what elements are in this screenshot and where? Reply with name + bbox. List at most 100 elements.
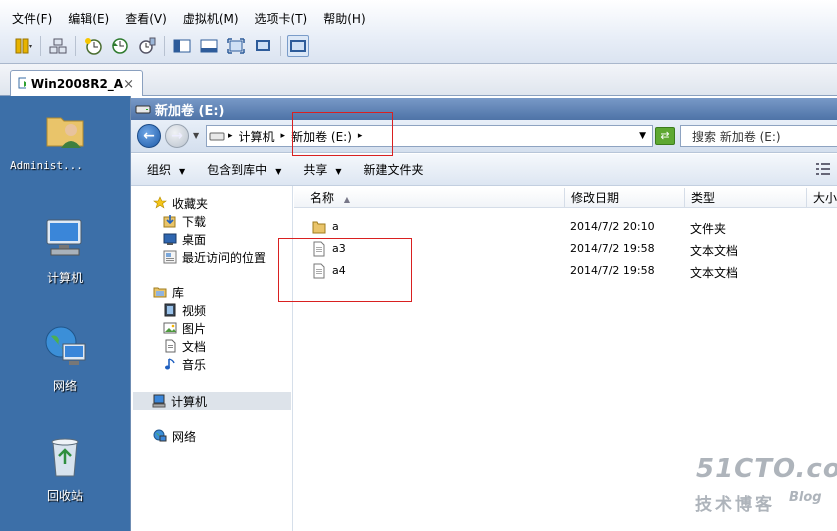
desktop-icon-label: Administ... bbox=[10, 159, 83, 172]
include-in-library-label: 包含到库中 bbox=[207, 163, 268, 177]
nav-label: 网络 bbox=[172, 429, 197, 444]
desktop-icon-network[interactable]: 网络 bbox=[0, 322, 130, 394]
network-share-icon bbox=[49, 38, 67, 54]
full-screen-icon bbox=[227, 38, 245, 54]
desktop-icon-label: 回收站 bbox=[46, 489, 83, 503]
dropdown-arrow-icon: ▼ bbox=[179, 167, 186, 176]
column-header-name[interactable]: 名称 ▲ bbox=[294, 188, 565, 208]
menu-edit[interactable]: 编辑(E) bbox=[68, 10, 109, 27]
view-options-icon[interactable] bbox=[816, 163, 830, 175]
show-sidebar-button[interactable] bbox=[171, 35, 193, 57]
drive-icon bbox=[209, 132, 225, 141]
send-ctrl-alt-del-button[interactable] bbox=[47, 35, 69, 57]
column-header-type[interactable]: 类型 bbox=[685, 188, 807, 208]
refresh-arrows-icon: ⇄ bbox=[660, 129, 670, 142]
nav-downloads[interactable]: 下载 bbox=[163, 212, 206, 230]
console-view-icon bbox=[290, 40, 306, 52]
address-history-dropdown-icon[interactable]: ▼ bbox=[639, 131, 646, 141]
organize-button[interactable]: 组织 ▼ bbox=[147, 161, 185, 178]
explorer-titlebar[interactable]: 新加卷 (E:) bbox=[131, 98, 837, 120]
column-header-date[interactable]: 修改日期 bbox=[565, 188, 685, 208]
annotation-box-address bbox=[292, 112, 393, 156]
music-note-icon bbox=[165, 358, 175, 370]
downloads-folder-icon bbox=[163, 215, 176, 228]
toolbar-separator bbox=[75, 36, 76, 56]
organize-label: 组织 bbox=[147, 163, 172, 177]
sidebar-view-icon bbox=[173, 39, 191, 53]
nav-music[interactable]: 音乐 bbox=[163, 355, 206, 373]
include-in-library-button[interactable]: 包含到库中 ▼ bbox=[207, 161, 281, 178]
nav-label: 下载 bbox=[182, 214, 207, 229]
sort-ascending-icon: ▲ bbox=[343, 195, 350, 204]
revert-snapshot-button[interactable] bbox=[109, 35, 131, 57]
menu-tabs[interactable]: 选项卡(T) bbox=[255, 10, 308, 27]
network-globe-icon bbox=[153, 429, 167, 442]
show-thumbnail-bar-button[interactable] bbox=[198, 35, 220, 57]
computer-icon bbox=[152, 394, 166, 408]
nav-recent-places[interactable]: 最近访问的位置 bbox=[163, 248, 266, 266]
desktop-icon-computer[interactable]: 计算机 bbox=[0, 214, 130, 286]
refresh-button[interactable]: ⇄ bbox=[655, 127, 675, 145]
pause-icon bbox=[15, 38, 32, 54]
address-bar[interactable]: ▸ 计算机 ▸ 新加卷 (E:) ▸ ▼ bbox=[206, 125, 653, 147]
tab-label: Win2008R2_A bbox=[30, 77, 124, 91]
column-header-size[interactable]: 大小 bbox=[807, 188, 837, 208]
watermark-subtitle: 技术博客 bbox=[695, 495, 775, 515]
unity-button[interactable] bbox=[252, 35, 274, 57]
address-row: ← → ▼ ▸ 计算机 ▸ 新加卷 (E:) ▸ ▼ ⇄ 搜索 新加卷 (E:) bbox=[131, 120, 837, 153]
address-chevron-icon[interactable]: ▸ bbox=[228, 131, 233, 141]
file-date: 2014/7/2 20:10 bbox=[570, 220, 655, 233]
nav-videos[interactable]: 视频 bbox=[163, 301, 206, 319]
nav-computer[interactable]: 计算机 bbox=[133, 392, 291, 410]
nav-label: 文档 bbox=[182, 339, 207, 354]
library-folder-icon bbox=[153, 287, 167, 298]
vmware-menubar: 文件(F) 编辑(E) 查看(V) 虚拟机(M) 选项卡(T) 帮助(H) bbox=[0, 0, 837, 64]
snapshot-manager-button[interactable] bbox=[136, 35, 158, 57]
menu-help[interactable]: 帮助(H) bbox=[323, 10, 365, 27]
menu-vm[interactable]: 虚拟机(M) bbox=[183, 10, 239, 27]
address-segment-computer[interactable]: 计算机 bbox=[239, 128, 275, 145]
nav-label: 收藏夹 bbox=[172, 196, 209, 211]
forward-button[interactable]: → bbox=[165, 124, 189, 148]
file-row[interactable]: a 2014/7/2 20:10 文件夹 bbox=[294, 216, 837, 238]
take-snapshot-button[interactable] bbox=[82, 35, 104, 57]
file-type: 文件夹 bbox=[690, 222, 727, 236]
nav-favorites[interactable]: 收藏夹 bbox=[153, 194, 208, 212]
full-screen-button[interactable] bbox=[225, 35, 247, 57]
snapshot-clock-icon bbox=[85, 38, 102, 55]
document-library-icon bbox=[165, 339, 176, 353]
thumbnail-view-icon bbox=[200, 39, 218, 53]
nav-documents[interactable]: 文档 bbox=[163, 337, 206, 355]
pause-button[interactable] bbox=[12, 35, 34, 57]
console-view-button[interactable] bbox=[287, 35, 309, 57]
file-date: 2014/7/2 19:58 bbox=[570, 242, 655, 255]
address-chevron-icon[interactable]: ▸ bbox=[281, 131, 286, 141]
recent-pages-dropdown-icon[interactable]: ▼ bbox=[193, 131, 199, 140]
menu-file[interactable]: 文件(F) bbox=[12, 10, 52, 27]
file-date: 2014/7/2 19:58 bbox=[570, 264, 655, 277]
dropdown-arrow-icon: ▼ bbox=[275, 167, 282, 176]
back-button[interactable]: ← bbox=[137, 124, 161, 148]
vm-running-icon bbox=[18, 77, 26, 89]
desktop-icon-recycle-bin[interactable]: 回收站 bbox=[0, 432, 130, 504]
command-bar: 组织 ▼ 包含到库中 ▼ 共享 ▼ 新建文件夹 bbox=[131, 154, 837, 186]
nav-libraries[interactable]: 库 bbox=[153, 283, 184, 301]
desktop-icon-administrator[interactable]: Administ... bbox=[0, 104, 130, 172]
new-folder-button[interactable]: 新建文件夹 bbox=[364, 161, 424, 178]
nav-pictures[interactable]: 图片 bbox=[163, 319, 206, 337]
search-placeholder: 搜索 新加卷 (E:) bbox=[692, 129, 781, 144]
tab-win2008r2-a[interactable]: Win2008R2_A × bbox=[10, 70, 143, 97]
revert-clock-icon bbox=[112, 38, 128, 54]
user-folder-icon bbox=[46, 117, 84, 148]
menu-view[interactable]: 查看(V) bbox=[125, 10, 167, 27]
file-type: 文本文档 bbox=[690, 244, 739, 258]
nav-network[interactable]: 网络 bbox=[153, 427, 196, 445]
tab-close-icon[interactable]: × bbox=[123, 77, 134, 92]
search-input[interactable]: 搜索 新加卷 (E:) bbox=[680, 125, 837, 147]
picture-library-icon bbox=[163, 322, 177, 334]
nav-desktop[interactable]: 桌面 bbox=[163, 230, 206, 248]
nav-label: 计算机 bbox=[171, 394, 208, 409]
desktop-icon bbox=[163, 233, 177, 245]
nav-label: 音乐 bbox=[182, 357, 207, 372]
share-button[interactable]: 共享 ▼ bbox=[303, 161, 341, 178]
